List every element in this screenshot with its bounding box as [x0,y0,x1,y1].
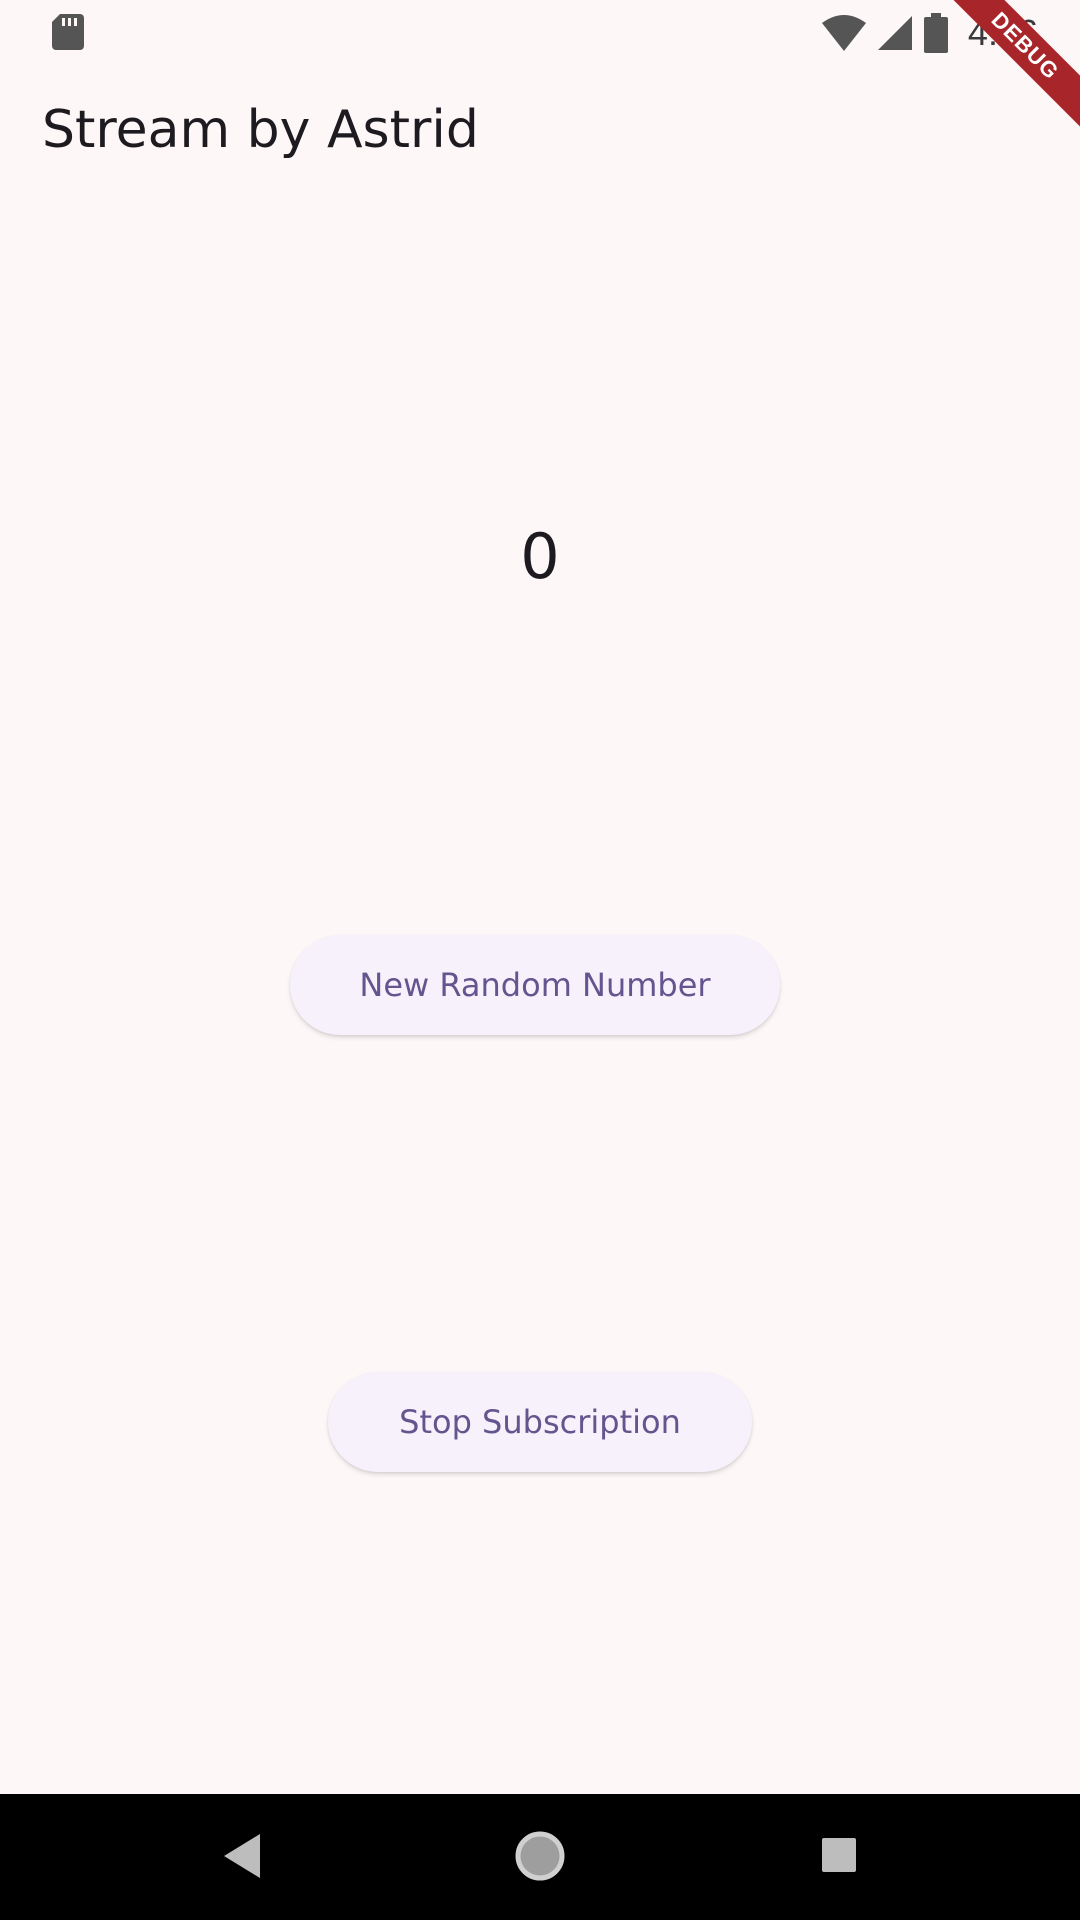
battery-icon [923,13,948,53]
stop-subscription-label: Stop Subscription [399,1403,681,1441]
sd-card-icon [52,14,84,50]
new-random-number-button[interactable]: New Random Number [290,935,780,1035]
recent-apps-icon[interactable] [822,1838,856,1872]
back-icon[interactable] [224,1834,260,1878]
wifi-icon [821,15,866,51]
cell-signal-icon [877,16,912,50]
stop-subscription-button[interactable]: Stop Subscription [328,1372,752,1472]
app-screen: 4:16 DEBUG Stream by Astrid 0 New Random… [0,0,1080,1920]
status-bar: 4:16 [0,0,1080,66]
random-number-display: 0 [520,520,560,593]
navigation-bar [0,1794,1080,1920]
home-icon[interactable] [514,1830,566,1882]
new-random-number-label: New Random Number [359,966,711,1004]
app-bar-title: Stream by Astrid [42,100,479,160]
